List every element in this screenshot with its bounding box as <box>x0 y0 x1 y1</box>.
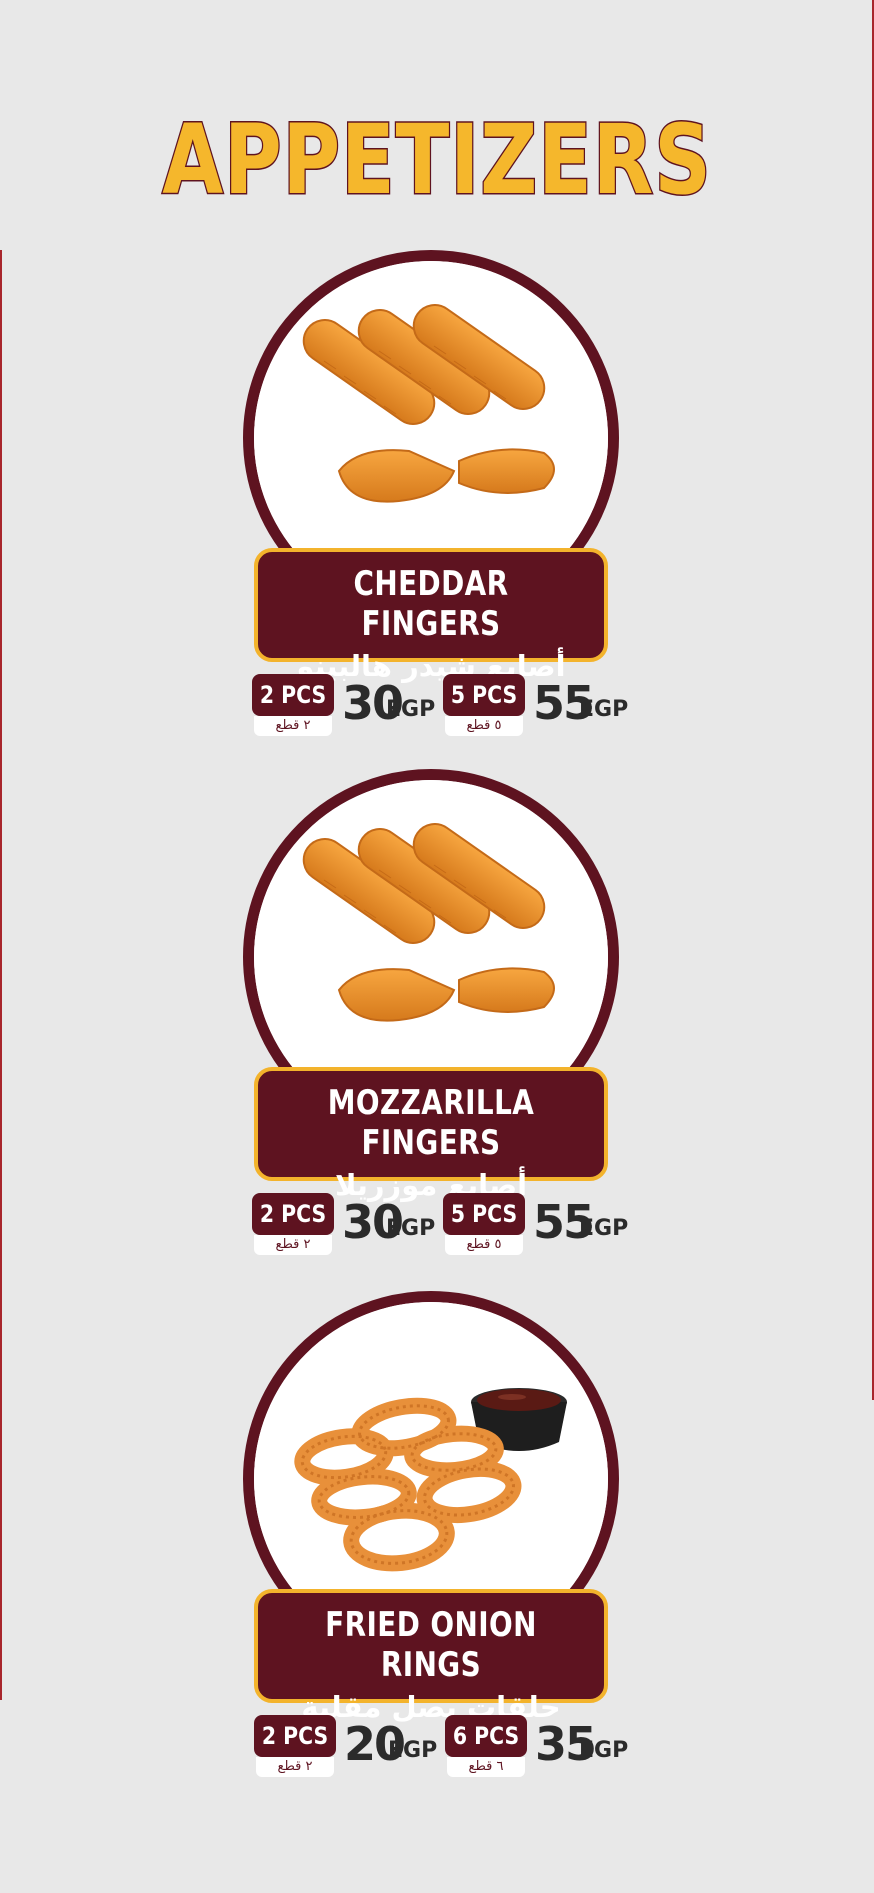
price-option-2pcs[interactable]: 2 PCS ٢ قطع 20 EGP <box>254 1715 437 1781</box>
item-name-en: MOZZARILLA FINGERS <box>327 1083 535 1163</box>
pcs-badge: 2 PCS <box>254 1715 336 1757</box>
mozzarilla-fingers-name-box: MOZZARILLA FINGERS أصابع موزريلا <box>254 1067 608 1202</box>
page-title: APPETIZERS <box>161 104 712 216</box>
cheddar-fingers-name-box: CHEDDAR FINGERS أصابع شيدر هالبينو <box>254 548 608 683</box>
pcs-badge-ar: ٦ قطع <box>447 1757 525 1777</box>
pcs-badge: 2 PCS <box>252 1193 334 1235</box>
price-currency: EGP <box>579 1738 629 1763</box>
price-option-2pcs[interactable]: 2 PCS ٢ قطع 30 EGP <box>252 674 435 740</box>
pcs-badge: 2 PCS <box>252 674 334 716</box>
left-edge-stripe <box>0 250 2 1700</box>
pcs-badge-ar: ٢ قطع <box>254 1235 332 1255</box>
price-currency: EGP <box>386 697 436 722</box>
price-currency: EGP <box>579 697 629 722</box>
item-name-en: FRIED ONION RINGS <box>325 1605 537 1685</box>
price-option-6pcs[interactable]: 6 PCS ٦ قطع 35 EGP <box>445 1715 629 1781</box>
price-currency: EGP <box>388 1738 438 1763</box>
pcs-badge-ar: ٥ قطع <box>445 716 523 736</box>
onion-rings-name-box: FRIED ONION RINGS حلقات بصل مقلية <box>254 1589 608 1724</box>
pcs-badge: 5 PCS <box>443 674 525 716</box>
price-option-5pcs[interactable]: 5 PCS ٥ قطع 55 EGP <box>443 1193 628 1259</box>
pcs-badge-ar: ٥ قطع <box>445 1235 523 1255</box>
price-option-5pcs[interactable]: 5 PCS ٥ قطع 55 EGP <box>443 674 628 740</box>
pcs-badge: 5 PCS <box>443 1193 525 1235</box>
pcs-badge-ar: ٢ قطع <box>256 1757 334 1777</box>
pcs-badge: 6 PCS <box>445 1715 527 1757</box>
pcs-badge-ar: ٢ قطع <box>254 716 332 736</box>
price-currency: EGP <box>579 1216 629 1241</box>
price-option-2pcs[interactable]: 2 PCS ٢ قطع 30 EGP <box>252 1193 435 1259</box>
item-name-en: CHEDDAR FINGERS <box>353 564 509 644</box>
price-currency: EGP <box>386 1216 436 1241</box>
